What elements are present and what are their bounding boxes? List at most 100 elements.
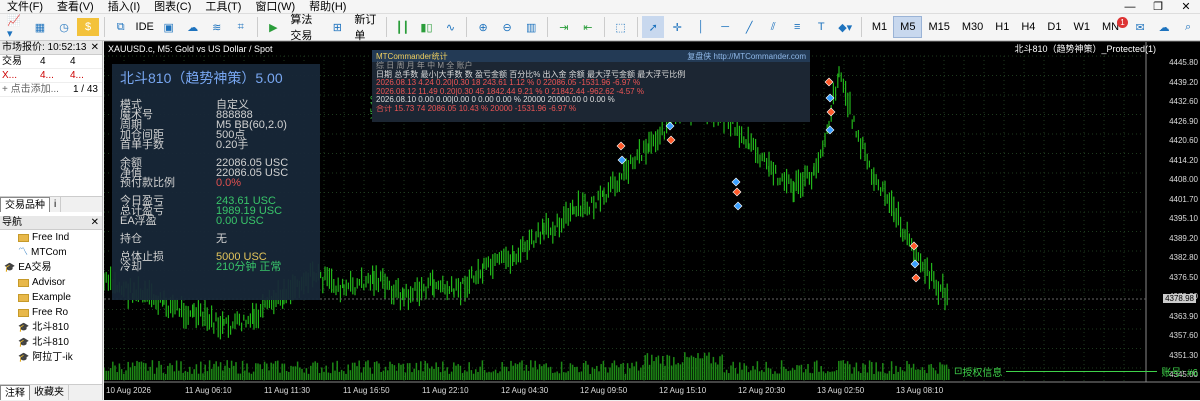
new-order-icon[interactable]: ⊞: [326, 16, 348, 38]
zoom-in-icon[interactable]: ⊕: [472, 16, 494, 38]
auth-label[interactable]: 授权信息: [962, 364, 1002, 379]
menu-chart[interactable]: 图表(C): [147, 0, 198, 14]
stats-panel: MTCommander统计 复盘侠 http://MTCommander.com…: [372, 50, 810, 122]
info-row: 持仓 无: [120, 233, 312, 245]
navigator-item[interactable]: 🎓 EA交易: [0, 260, 102, 275]
algo-trading-icon[interactable]: ▶: [262, 16, 284, 38]
community-icon[interactable]: ☁: [1153, 16, 1175, 38]
mw-add-label[interactable]: + 点击添加...: [0, 83, 64, 96]
tab-comments[interactable]: 注释: [0, 385, 30, 400]
time-tick: 12 Aug 04:30: [501, 386, 549, 395]
navigator-item[interactable]: 〽 MTCom: [0, 245, 102, 260]
hline-icon[interactable]: ─: [714, 16, 736, 38]
history-icon[interactable]: ◷: [53, 16, 75, 38]
trade-marker[interactable]: [910, 259, 920, 269]
cursor-icon[interactable]: ➚: [642, 16, 665, 38]
price-tick: 4363.90: [1169, 311, 1198, 321]
info-row: 预付款比例 0.0%: [120, 178, 312, 189]
menu-tools[interactable]: 工具(T): [198, 0, 248, 14]
search-icon[interactable]: ⌕: [1177, 16, 1199, 38]
navigator-item[interactable]: Example: [0, 290, 102, 305]
navigator-item[interactable]: 🎓 北斗810: [0, 335, 102, 350]
trade-marker[interactable]: [617, 155, 627, 165]
trade-marker[interactable]: [824, 77, 834, 87]
ide-button[interactable]: IDE: [134, 16, 156, 38]
camera-icon[interactable]: ⌗: [230, 16, 252, 38]
navigator-item-label: 北斗810: [32, 322, 69, 333]
info-value: 无: [216, 233, 227, 245]
stats-link[interactable]: 复盘侠 http://MTCommander.com: [687, 51, 806, 62]
chart-type-icon[interactable]: 📈▾: [5, 15, 27, 40]
trade-marker[interactable]: [666, 135, 676, 145]
bars-icon[interactable]: ┃┃: [391, 16, 413, 38]
grid-icon[interactable]: ▦: [29, 16, 51, 38]
shapes-icon[interactable]: ◆▾: [834, 16, 856, 38]
expert-icon: 🎓: [18, 337, 30, 347]
close-icon[interactable]: ✕: [91, 216, 99, 230]
timeframe-h4[interactable]: H4: [1015, 16, 1041, 38]
minimize-button[interactable]: —: [1116, 0, 1144, 14]
text-icon[interactable]: T: [810, 16, 832, 38]
stats-row-text: 2026.08.13 4.24 0.20|0.30 18 243.61 1.12…: [376, 79, 641, 87]
navigator-item[interactable]: Free Ro: [0, 305, 102, 320]
left-panel: 市场报价: 10:52:13 ✕ 交易 4 4 X... 4... 4... + 点击添加…: [0, 41, 103, 400]
shift-icon[interactable]: ⇤: [577, 16, 599, 38]
trade-marker[interactable]: [732, 187, 742, 197]
account-label: 账号: #6: [1161, 367, 1198, 379]
timeframe-m15[interactable]: M15: [922, 16, 955, 38]
trade-marker[interactable]: [665, 121, 675, 131]
market-watch-row[interactable]: X... 4... 4...: [0, 69, 102, 83]
price-tick: 4420.60: [1169, 136, 1198, 145]
tab-symbols[interactable]: 交易品种: [0, 197, 50, 212]
indicator-icon: 〽: [18, 247, 28, 258]
timeframe-m5[interactable]: M5: [893, 16, 923, 38]
menu-insert[interactable]: 插入(I): [101, 0, 147, 14]
ide-icon[interactable]: ⧉: [110, 16, 132, 38]
menu-file[interactable]: 文件(F): [0, 0, 50, 14]
navigator-item[interactable]: Free Ind: [0, 230, 102, 245]
tab-details[interactable]: i: [50, 197, 62, 212]
trade-marker[interactable]: [911, 273, 921, 283]
close-icon[interactable]: ✕: [91, 41, 99, 55]
fibo-icon[interactable]: ≡: [786, 16, 808, 38]
close-button[interactable]: ✕: [1172, 0, 1200, 14]
cloud-icon[interactable]: ☁: [182, 16, 204, 38]
navigator-item[interactable]: 🎓 阿拉丁-ik: [0, 350, 102, 365]
menu-view[interactable]: 查看(V): [50, 0, 101, 14]
scroll-icon[interactable]: ⇥: [553, 16, 575, 38]
market-watch-title-text: 市场报价: 10:52:13: [2, 42, 87, 53]
info-key: 持仓: [120, 233, 142, 245]
crosshair-icon[interactable]: ✛: [666, 16, 688, 38]
notification-icon[interactable]: ✉: [1129, 16, 1151, 38]
channel-icon[interactable]: ⫽: [762, 16, 784, 38]
price-tick: 4395.10: [1169, 214, 1198, 223]
timeframe-h1[interactable]: H1: [989, 16, 1015, 38]
timeframe-m30[interactable]: M30: [956, 16, 989, 38]
timeframe-d1[interactable]: D1: [1041, 16, 1067, 38]
market-watch-add-row[interactable]: + 点击添加... 1 / 43: [0, 83, 102, 97]
tab-favorites[interactable]: 收藏夹: [30, 385, 69, 400]
trendline-icon[interactable]: ╱: [738, 16, 760, 38]
screenshot-icon[interactable]: ⬚: [610, 16, 632, 38]
tile-icon[interactable]: ▥: [520, 16, 542, 38]
navigator-item-label: Free Ind: [32, 232, 70, 243]
signal-icon[interactable]: ≋: [206, 16, 228, 38]
box-icon[interactable]: ▣: [158, 16, 180, 38]
ea-info-panel: 北斗810（趋势神策）5.00 模式 自定义 魔术号 888888 周期 M5 BB(60…: [112, 64, 320, 300]
navigator-item[interactable]: 🎓 北斗810: [0, 320, 102, 335]
zoom-out-icon[interactable]: ⊖: [496, 16, 518, 38]
algo-trading-button[interactable]: 算法交易: [286, 14, 324, 42]
chart-window[interactable]: XAUUSD.c, M5: Gold vs US Dollar / Spot 北…: [104, 41, 1200, 400]
trade-marker[interactable]: [733, 201, 743, 211]
timeframe-w1[interactable]: W1: [1067, 16, 1096, 38]
new-order-button[interactable]: 新订单: [350, 14, 380, 42]
timeframe-m1[interactable]: M1: [866, 16, 893, 38]
line-icon[interactable]: ∿: [439, 16, 461, 38]
trade-marker[interactable]: [731, 177, 741, 187]
dollar-icon[interactable]: $: [77, 18, 99, 36]
restore-button[interactable]: ❐: [1144, 0, 1172, 14]
candles-icon[interactable]: ▮▯: [415, 16, 437, 38]
navigator-item[interactable]: Advisor: [0, 275, 102, 290]
vline-icon[interactable]: │: [690, 16, 712, 38]
info-key: 冷却: [120, 261, 142, 273]
